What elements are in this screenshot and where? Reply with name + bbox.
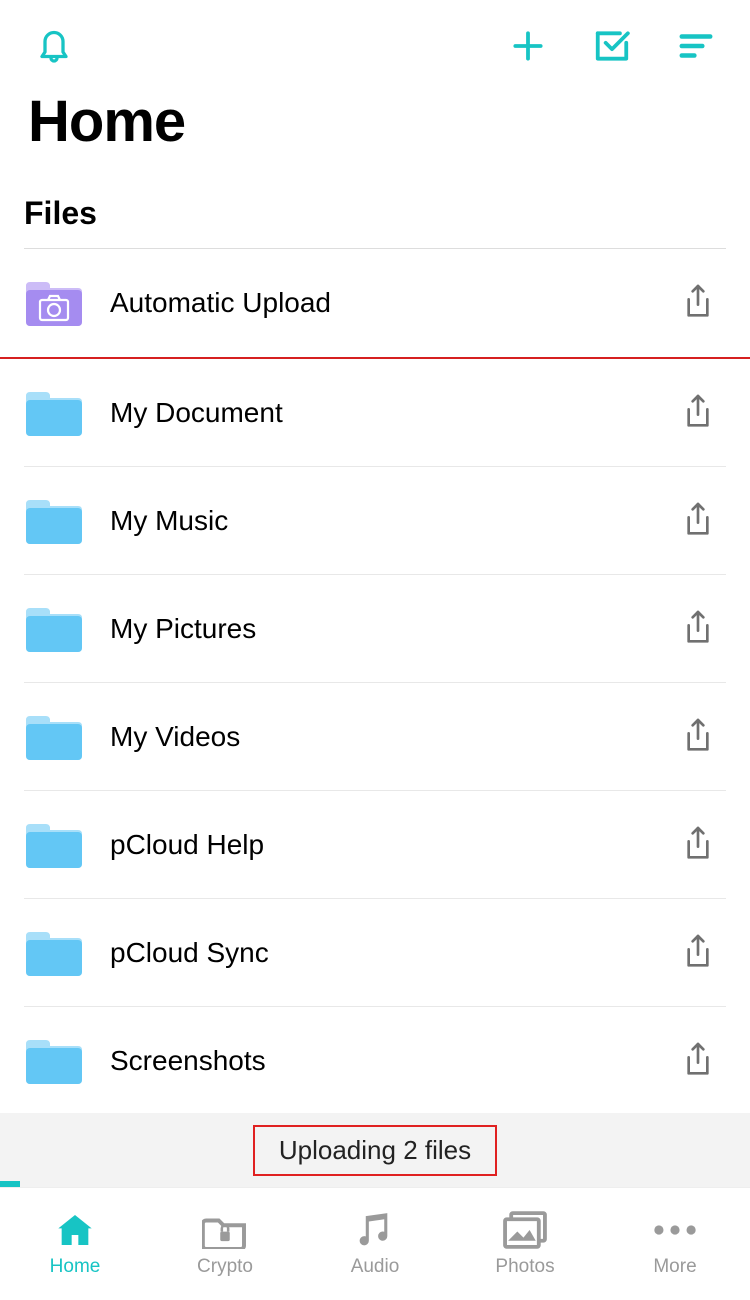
tab-label: More bbox=[653, 1256, 696, 1278]
file-row-automatic-upload[interactable]: Automatic Upload bbox=[24, 249, 726, 357]
file-row[interactable]: My Document bbox=[24, 359, 726, 467]
photos-icon bbox=[502, 1210, 548, 1250]
home-icon bbox=[52, 1210, 98, 1250]
folder-icon bbox=[24, 712, 84, 762]
page-title: Home bbox=[0, 68, 750, 195]
share-icon bbox=[682, 609, 714, 647]
select-button[interactable] bbox=[590, 24, 634, 68]
share-button[interactable] bbox=[682, 717, 718, 757]
share-icon bbox=[682, 717, 714, 755]
file-row[interactable]: My Music bbox=[24, 467, 726, 575]
tab-photos[interactable]: Photos bbox=[450, 1188, 600, 1300]
notifications-button[interactable] bbox=[32, 24, 76, 68]
topbar-left bbox=[32, 24, 76, 68]
tab-crypto[interactable]: Crypto bbox=[150, 1188, 300, 1300]
file-label: Automatic Upload bbox=[110, 287, 682, 319]
bell-icon bbox=[36, 26, 72, 66]
audio-icon bbox=[352, 1210, 398, 1250]
file-label: My Videos bbox=[110, 721, 682, 753]
more-icon bbox=[652, 1210, 698, 1250]
share-button[interactable] bbox=[682, 825, 718, 865]
folder-icon bbox=[24, 820, 84, 870]
sort-icon bbox=[677, 31, 715, 61]
share-button[interactable] bbox=[682, 609, 718, 649]
file-label: My Document bbox=[110, 397, 682, 429]
folder-icon bbox=[24, 388, 84, 438]
crypto-icon bbox=[202, 1210, 248, 1250]
share-button[interactable] bbox=[682, 933, 718, 973]
file-label: pCloud Sync bbox=[110, 937, 682, 969]
folder-icon bbox=[24, 1036, 84, 1086]
tab-label: Crypto bbox=[197, 1256, 253, 1278]
file-row[interactable]: My Videos bbox=[24, 683, 726, 791]
tab-label: Home bbox=[50, 1256, 101, 1278]
share-button[interactable] bbox=[682, 393, 718, 433]
auto-upload-folder-icon bbox=[24, 278, 84, 328]
share-icon bbox=[682, 283, 714, 321]
file-label: Screenshots bbox=[110, 1045, 682, 1077]
file-row[interactable]: pCloud Help bbox=[24, 791, 726, 899]
tab-more[interactable]: More bbox=[600, 1188, 750, 1300]
select-checkbox-icon bbox=[593, 27, 631, 65]
tab-home[interactable]: Home bbox=[0, 1188, 150, 1300]
share-button[interactable] bbox=[682, 1041, 718, 1081]
share-button[interactable] bbox=[682, 283, 718, 323]
tab-label: Audio bbox=[351, 1256, 400, 1278]
file-label: pCloud Help bbox=[110, 829, 682, 861]
sort-button[interactable] bbox=[674, 24, 718, 68]
tab-bar: Home Crypto Audio Photos bbox=[0, 1187, 750, 1300]
share-icon bbox=[682, 1041, 714, 1079]
file-label: My Pictures bbox=[110, 613, 682, 645]
file-row[interactable]: My Pictures bbox=[24, 575, 726, 683]
tab-audio[interactable]: Audio bbox=[300, 1188, 450, 1300]
tab-label: Photos bbox=[495, 1256, 554, 1278]
folder-icon bbox=[24, 604, 84, 654]
share-icon bbox=[682, 393, 714, 431]
share-icon bbox=[682, 825, 714, 863]
file-label: My Music bbox=[110, 505, 682, 537]
plus-icon bbox=[509, 27, 547, 65]
file-list: Automatic Upload My Document bbox=[24, 248, 726, 1115]
share-button[interactable] bbox=[682, 501, 718, 541]
share-icon bbox=[682, 501, 714, 539]
add-button[interactable] bbox=[506, 24, 550, 68]
upload-status-text: Uploading 2 files bbox=[253, 1125, 497, 1176]
section-title: Files bbox=[0, 195, 750, 248]
folder-icon bbox=[24, 928, 84, 978]
folder-icon bbox=[24, 496, 84, 546]
file-row[interactable]: Screenshots bbox=[24, 1007, 726, 1115]
file-row[interactable]: pCloud Sync bbox=[24, 899, 726, 1007]
topbar bbox=[0, 0, 750, 68]
share-icon bbox=[682, 933, 714, 971]
topbar-right bbox=[506, 24, 718, 68]
upload-status-banner[interactable]: Uploading 2 files bbox=[0, 1113, 750, 1187]
